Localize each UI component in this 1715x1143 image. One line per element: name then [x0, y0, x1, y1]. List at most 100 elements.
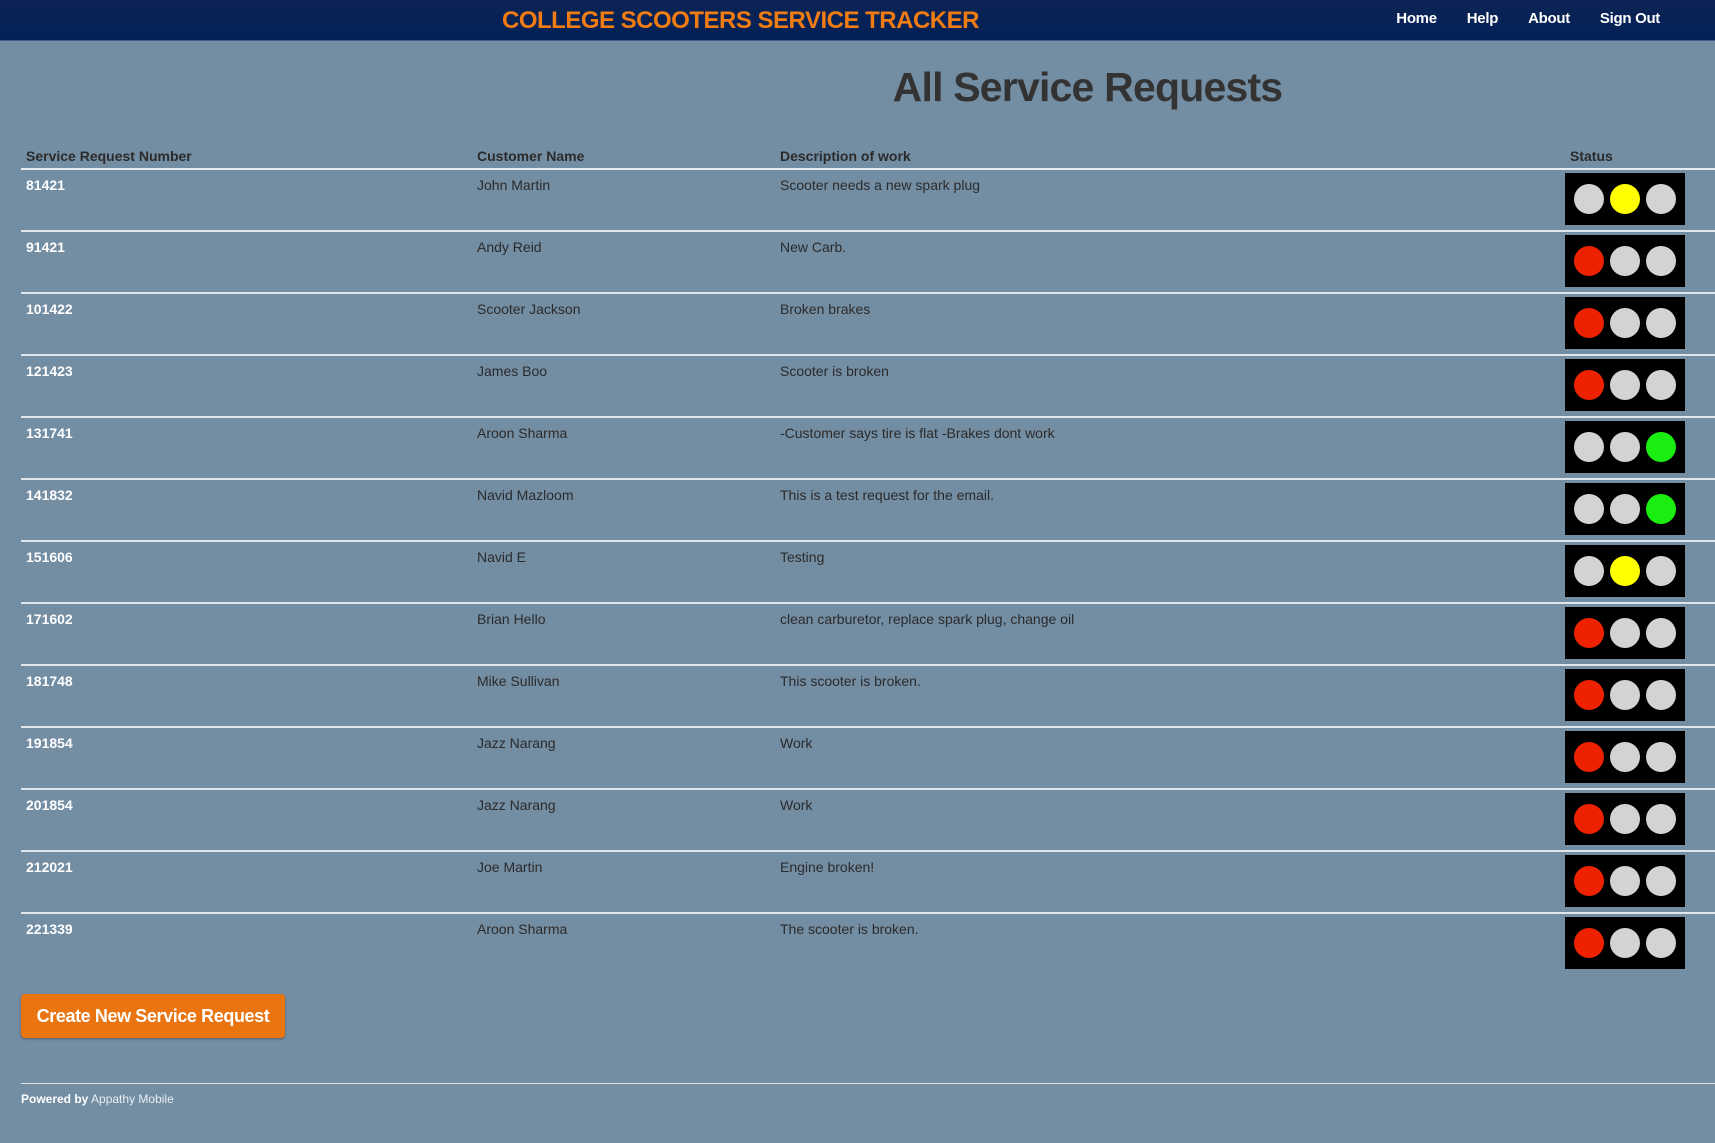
status-light-yellow-icon: [1610, 866, 1640, 896]
traffic-light-status-indicator: [1565, 297, 1685, 349]
description-cell: New Carb.: [775, 230, 1565, 293]
status-light-yellow-icon: [1610, 370, 1640, 400]
customer-name-cell: James Boo: [472, 354, 775, 417]
service-requests-table: Service Request Number Customer Name Des…: [21, 144, 1715, 974]
column-header-status: Status: [1565, 144, 1715, 170]
customer-name-cell: Andy Reid: [472, 230, 775, 293]
request-number-cell: 181748: [21, 664, 472, 727]
status-light-yellow-icon: [1610, 184, 1640, 214]
status-light-yellow-icon: [1610, 246, 1640, 276]
table-row[interactable]: 181748 Mike Sullivan This scooter is broke…: [21, 664, 1715, 727]
traffic-light-status-indicator: [1565, 173, 1685, 225]
traffic-light-status-indicator: [1565, 235, 1685, 287]
description-cell: Scooter needs a new spark plug: [780, 177, 981, 193]
column-header-request-number: Service Request Number: [21, 144, 472, 170]
status-light-yellow-icon: [1610, 928, 1640, 958]
footer-company-link[interactable]: Appathy Mobile: [91, 1092, 174, 1106]
table-row[interactable]: 121423 James Boo Scooter is broken: [21, 354, 1715, 417]
status-light-green-icon: [1646, 556, 1676, 586]
request-number-cell: 191854: [21, 726, 472, 789]
status-light-yellow-icon: [1610, 308, 1640, 338]
traffic-light-status-indicator: [1565, 483, 1685, 535]
request-number-cell: 212021: [21, 850, 472, 913]
status-light-yellow-icon: [1610, 432, 1640, 462]
description-cell: Work: [775, 726, 1565, 789]
status-cell: [1565, 292, 1715, 355]
table-row[interactable]: 201854 Jazz Narang Work: [21, 788, 1715, 851]
nav-help-link[interactable]: Help: [1467, 10, 1499, 27]
customer-name-cell: Joe Martin: [472, 850, 775, 913]
request-number-cell: 221339: [21, 912, 472, 974]
status-light-green-icon: [1646, 432, 1676, 462]
table-row[interactable]: 151606 Navid E Testing: [21, 540, 1715, 603]
status-light-red-icon: [1574, 928, 1604, 958]
traffic-light-status-indicator: [1565, 669, 1685, 721]
request-number-cell: 201854: [21, 788, 472, 851]
status-light-green-icon: [1646, 246, 1676, 276]
table-row[interactable]: 212021 Joe Martin Engine broken!: [21, 850, 1715, 913]
table-row[interactable]: 81421 John Martin Scooter needs a new spar…: [21, 169, 1715, 231]
customer-name-cell: Brian Hello: [472, 602, 775, 665]
status-light-green-icon: [1646, 370, 1676, 400]
table-row[interactable]: 101422 Scooter Jackson Broken brakes: [21, 292, 1715, 355]
traffic-light-status-indicator: [1565, 359, 1685, 411]
status-light-green-icon: [1646, 928, 1676, 958]
nav-about-link[interactable]: About: [1528, 10, 1570, 27]
status-cell: [1565, 169, 1715, 231]
status-light-red-icon: [1574, 246, 1604, 276]
main-nav: Home Help About Sign Out: [1366, 10, 1660, 27]
status-light-green-icon: [1646, 680, 1676, 710]
traffic-light-status-indicator: [1565, 793, 1685, 845]
request-number-cell: 151606: [21, 540, 472, 603]
footer: Powered by Appathy Mobile: [21, 1092, 174, 1106]
status-cell: [1565, 230, 1715, 293]
status-light-yellow-icon: [1610, 742, 1640, 772]
create-service-request-button[interactable]: Create New Service Request: [21, 994, 285, 1038]
nav-sign-out-link[interactable]: Sign Out: [1600, 10, 1660, 27]
status-light-green-icon: [1646, 618, 1676, 648]
footer-divider: [21, 1083, 1715, 1084]
status-light-green-icon: [1646, 308, 1676, 338]
table-header-row: Service Request Number Customer Name Des…: [21, 144, 1715, 170]
traffic-light-status-indicator: [1565, 545, 1685, 597]
request-number-cell: 141832: [21, 478, 472, 541]
request-number-cell: 131741: [21, 416, 472, 479]
table-row[interactable]: 171602 Brian Hello clean carburetor, repla…: [21, 602, 1715, 665]
app-brand-title[interactable]: COLLEGE SCOOTERS SERVICE TRACKER: [502, 7, 979, 35]
request-number-cell: 171602: [21, 602, 472, 665]
customer-name-cell: Navid E: [472, 540, 775, 603]
status-light-red-icon: [1574, 556, 1604, 586]
traffic-light-status-indicator: [1565, 607, 1685, 659]
status-light-yellow-icon: [1610, 804, 1640, 834]
customer-name-cell: John Martin: [477, 177, 551, 193]
status-light-red-icon: [1574, 370, 1604, 400]
description-cell: This scooter is broken.: [775, 664, 1565, 727]
table-row[interactable]: 141832 Navid Mazloom This is a test reques…: [21, 478, 1715, 541]
table-row[interactable]: 221339 Aroon Sharma The scooter is broken.: [21, 912, 1715, 974]
status-cell: [1565, 912, 1715, 974]
request-number-cell: 91421: [21, 230, 472, 293]
nav-home-link[interactable]: Home: [1396, 10, 1437, 27]
table-row[interactable]: 131741 Aroon Sharma -Customer says tire is…: [21, 416, 1715, 479]
top-navbar: COLLEGE SCOOTERS SERVICE TRACKER Home He…: [0, 0, 1715, 41]
status-cell: [1565, 416, 1715, 479]
customer-name-cell: Navid Mazloom: [472, 478, 775, 541]
status-light-red-icon: [1574, 618, 1604, 648]
status-cell: [1565, 788, 1715, 851]
description-cell: Broken brakes: [775, 292, 1565, 355]
traffic-light-status-indicator: [1565, 855, 1685, 907]
status-light-red-icon: [1574, 804, 1604, 834]
status-light-green-icon: [1646, 494, 1676, 524]
description-cell: -Customer says tire is flat -Brakes dont…: [775, 416, 1565, 479]
request-number-cell: 101422: [21, 292, 472, 355]
status-cell: [1565, 726, 1715, 789]
status-cell: [1565, 354, 1715, 417]
table-body: 81421 John Martin Scooter needs a new spar…: [21, 169, 1715, 974]
traffic-light-status-indicator: [1565, 421, 1685, 473]
traffic-light-status-indicator: [1565, 731, 1685, 783]
table-row[interactable]: 191854 Jazz Narang Work: [21, 726, 1715, 789]
status-cell: [1565, 664, 1715, 727]
description-cell: Work: [775, 788, 1565, 851]
table-row[interactable]: 91421 Andy Reid New Carb.: [21, 230, 1715, 293]
status-light-red-icon: [1574, 308, 1604, 338]
